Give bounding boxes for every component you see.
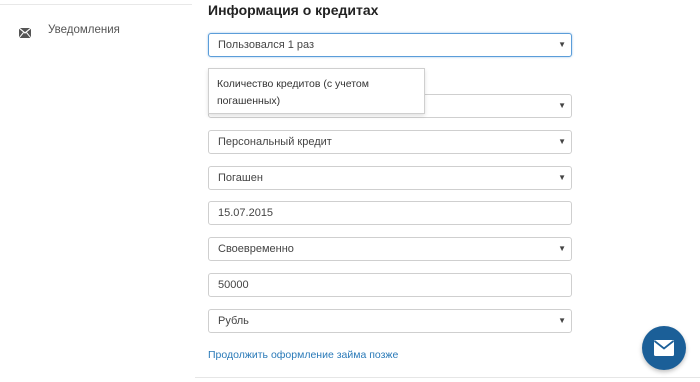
amount-input[interactable]	[208, 273, 572, 297]
sidebar-item-label: Уведомления	[48, 24, 120, 36]
dropdown-arrow-icon: ▼	[558, 316, 566, 325]
dropdown-arrow-icon: ▼	[558, 173, 566, 182]
credit-type-select[interactable]: Персональный кредит ▼	[208, 130, 572, 154]
chat-button[interactable]	[642, 326, 686, 370]
sidebar: Уведомления	[0, 0, 195, 382]
continue-later-link[interactable]: Продолжить оформление займа позже	[208, 349, 398, 361]
repayment-date-input[interactable]	[208, 201, 572, 225]
divider	[0, 4, 192, 5]
dropdown-arrow-icon: ▼	[558, 101, 566, 110]
dropdown-arrow-icon: ▼	[558, 244, 566, 253]
credit-status-select[interactable]: Погашен ▼	[208, 166, 572, 190]
dropdown-arrow-icon: ▼	[558, 40, 566, 49]
sidebar-item-notifications[interactable]: Уведомления	[0, 16, 192, 46]
envelope-icon	[18, 25, 32, 39]
credit-usage-select[interactable]: Пользовался 1 раз ▼	[208, 33, 572, 57]
section-title: Информация о кредитах	[208, 2, 379, 18]
credit-count-tooltip: Количество кредитов (с учетом погашенных…	[208, 68, 425, 114]
currency-select[interactable]: Рубль ▼	[208, 309, 572, 333]
credit-info-form: Информация о кредитах Пользовался 1 раз …	[208, 0, 574, 382]
divider	[195, 377, 700, 378]
payment-discipline-select[interactable]: Своевременно ▼	[208, 237, 572, 261]
envelope-icon	[654, 340, 674, 356]
dropdown-arrow-icon: ▼	[558, 137, 566, 146]
